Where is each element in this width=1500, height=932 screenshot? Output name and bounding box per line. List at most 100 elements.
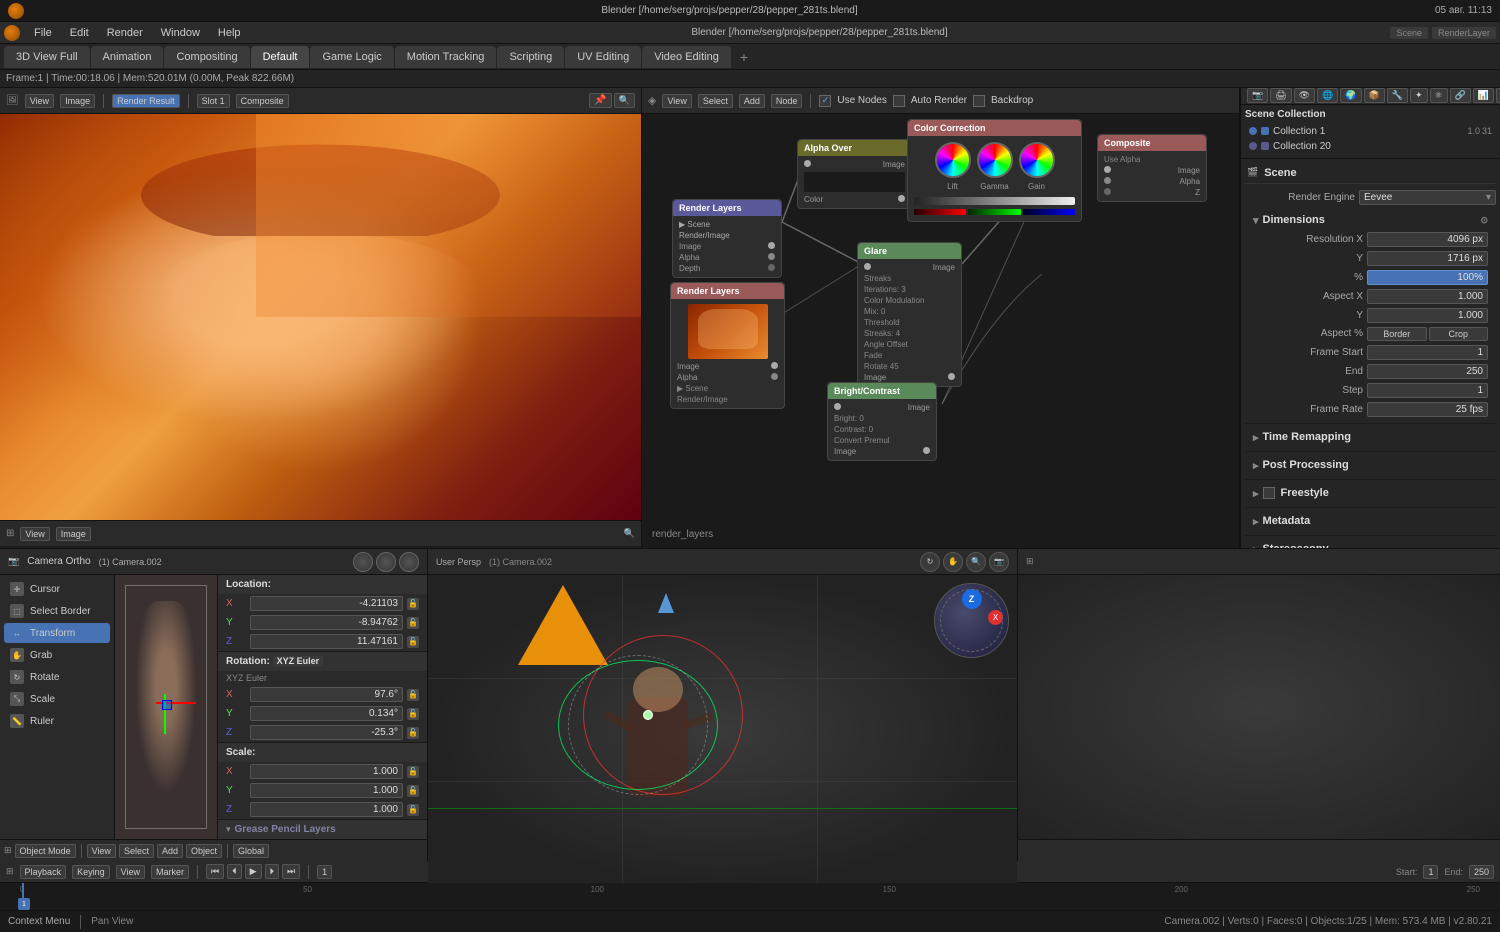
rot-x-value[interactable]: 97.6° — [250, 687, 403, 702]
menu-file[interactable]: File — [26, 25, 60, 41]
tool-select-border[interactable]: ⬚ Select Border — [4, 601, 110, 621]
loc-x-value[interactable]: -4.21103 — [250, 596, 403, 611]
3d-gizmo-pan[interactable]: ✋ — [943, 552, 963, 572]
tab-scripting[interactable]: Scripting — [497, 46, 564, 68]
wheel-lift[interactable] — [935, 142, 971, 178]
timeline-scrubber[interactable]: 0 50 100 150 200 250 1 — [0, 883, 1500, 910]
ne-auto-render-cb[interactable] — [893, 95, 905, 107]
loc-y-lock[interactable]: 🔓 — [407, 617, 419, 629]
tool-scale[interactable]: ⤡ Scale — [4, 689, 110, 709]
scale-z-lock[interactable]: 🔓 — [407, 804, 419, 816]
post-processing-title[interactable]: ▸ Post Processing — [1253, 456, 1488, 475]
aspect-y-value[interactable]: 1.000 — [1367, 308, 1488, 323]
iv-pin-btn[interactable]: 📌 — [589, 93, 611, 108]
tool-transform[interactable]: ↔ Transform — [4, 623, 110, 643]
node-glare[interactable]: Glare Image Streaks Iterations: 3 Color … — [857, 242, 962, 387]
tl-marker[interactable]: Marker — [151, 865, 189, 879]
nav-gizmo-2[interactable] — [376, 552, 396, 572]
cam-view-btn[interactable]: View — [87, 844, 116, 858]
3d-gizmo-camera[interactable]: 📷 — [989, 552, 1009, 572]
play-start-btn[interactable]: ⏮ — [206, 864, 224, 879]
rotation-mode[interactable]: XYZ Euler — [273, 656, 324, 666]
prop-icon-modifier[interactable]: 🔧 — [1387, 88, 1408, 103]
3d-gizmo-zoom[interactable]: 🔍 — [966, 552, 986, 572]
loc-x-lock[interactable]: 🔓 — [407, 598, 419, 610]
collection-item-1[interactable]: Collection 1 1.0 31 — [1245, 124, 1496, 139]
metadata-title[interactable]: ▸ Metadata — [1253, 512, 1488, 531]
cam-add-btn[interactable]: Add — [157, 844, 183, 858]
prop-icon-scene[interactable]: 🌐 — [1317, 88, 1338, 103]
iv-composite[interactable]: Composite — [236, 94, 289, 108]
context-menu-btn[interactable]: Context Menu — [8, 916, 70, 927]
loc-z-value[interactable]: 11.47161 — [250, 634, 403, 649]
iv-image-btn[interactable]: Image — [60, 94, 95, 108]
play-next-btn[interactable]: ⏵ — [265, 864, 280, 879]
prop-icon-object[interactable]: 📦 — [1364, 88, 1385, 103]
frame-rate-value[interactable]: 25 fps — [1367, 402, 1488, 417]
tab-video-editing[interactable]: Video Editing — [642, 46, 731, 68]
3d-gizmo-orbit[interactable]: ↻ — [920, 552, 940, 572]
add-workspace-btn[interactable]: + — [732, 46, 756, 68]
loc-y-value[interactable]: -8.94762 — [250, 615, 403, 630]
ne-view-btn[interactable]: View — [662, 94, 691, 108]
tab-motion-tracking[interactable]: Motion Tracking — [395, 46, 497, 68]
time-remapping-title[interactable]: ▸ Time Remapping — [1253, 428, 1488, 447]
menu-edit[interactable]: Edit — [62, 25, 97, 41]
resolution-y-value[interactable]: 1716 px — [1367, 251, 1488, 266]
tool-cursor[interactable]: ✛ Cursor — [4, 579, 110, 599]
node-canvas[interactable]: Render Layers ▶ Scene Render/Image Image… — [642, 114, 1239, 548]
node-alpha-over[interactable]: Alpha Over Image Color — [797, 139, 912, 209]
frame-1-marker[interactable]: 1 — [18, 898, 30, 910]
3d-viewport-content[interactable]: Z X — [428, 575, 1017, 887]
collection-item-2[interactable]: Collection 20 — [1245, 139, 1496, 154]
tab-animation[interactable]: Animation — [91, 46, 164, 68]
aspect-x-value[interactable]: 1.000 — [1367, 289, 1488, 304]
rot-z-value[interactable]: -25.3° — [250, 725, 403, 740]
frame-end-value[interactable]: 250 — [1367, 364, 1488, 379]
prop-icon-view[interactable]: 👁 — [1294, 88, 1315, 103]
prop-icon-constraints[interactable]: 🔗 — [1450, 88, 1471, 103]
scale-x-value[interactable]: 1.000 — [250, 764, 403, 779]
node-composite[interactable]: Composite Use Alpha Image Alpha Z — [1097, 134, 1207, 202]
prop-icon-render[interactable]: 📷 — [1247, 88, 1268, 103]
tool-rotate[interactable]: ↻ Rotate — [4, 667, 110, 687]
tl-start-value[interactable]: 1 — [1423, 865, 1438, 879]
node-bright-contrast[interactable]: Bright/Contrast Image Bright: 0 Contrast… — [827, 382, 937, 461]
prop-icon-world[interactable]: 🌍 — [1340, 88, 1361, 103]
prop-icon-output[interactable]: 🖨 — [1270, 88, 1291, 103]
dimensions-title[interactable]: ▾ Dimensions ⊙ — [1253, 211, 1488, 230]
tab-uv-editing[interactable]: UV Editing — [565, 46, 641, 68]
play-end-btn[interactable]: ⏭ — [282, 864, 300, 879]
nav-sphere[interactable]: Z X — [934, 583, 1009, 658]
frame-step-value[interactable]: 1 — [1367, 383, 1488, 398]
render-engine-dropdown[interactable]: Eevee ▾ — [1359, 190, 1496, 205]
menu-help[interactable]: Help — [210, 25, 249, 41]
nav-gizmo-1[interactable] — [353, 552, 373, 572]
prop-icon-data[interactable]: 📊 — [1473, 88, 1494, 103]
menu-render[interactable]: Render — [99, 25, 151, 41]
freestyle-title[interactable]: ▸ Freestyle — [1253, 484, 1488, 503]
ne-use-nodes-cb[interactable] — [819, 95, 831, 107]
prop-icon-physics[interactable]: ⚛ — [1430, 88, 1448, 103]
rot-y-value[interactable]: 0.134° — [250, 706, 403, 721]
ne-backdrop-cb[interactable] — [973, 95, 985, 107]
wheel-gamma[interactable] — [977, 142, 1013, 178]
rot-x-lock[interactable]: 🔓 — [407, 689, 419, 701]
iv-footer-image-btn[interactable]: Image — [56, 527, 91, 541]
tool-ruler[interactable]: 📏 Ruler — [4, 711, 110, 731]
play-prev-btn[interactable]: ⏴ — [227, 864, 242, 879]
scale-y-lock[interactable]: 🔓 — [407, 785, 419, 797]
tab-game-logic[interactable]: Game Logic — [310, 46, 393, 68]
iv-slot[interactable]: Slot 1 — [197, 94, 230, 108]
tab-default[interactable]: Default — [251, 46, 310, 68]
node-render-layers[interactable]: Render Layers ▶ Scene Render/Image Image… — [672, 199, 782, 278]
scale-z-value[interactable]: 1.000 — [250, 802, 403, 817]
stereoscopy-title[interactable]: ▸ Stereoscopy — [1253, 540, 1488, 548]
tab-compositing[interactable]: Compositing — [164, 46, 249, 68]
scale-x-lock[interactable]: 🔓 — [407, 766, 419, 778]
border-btn[interactable]: Border — [1367, 327, 1427, 341]
frame-start-value[interactable]: 1 — [1367, 345, 1488, 360]
ne-select-btn[interactable]: Select — [698, 94, 733, 108]
node-color-wheels[interactable]: Color Correction Lift Gamma Gain — [907, 119, 1082, 222]
resolution-x-value[interactable]: 4096 px — [1367, 232, 1488, 247]
